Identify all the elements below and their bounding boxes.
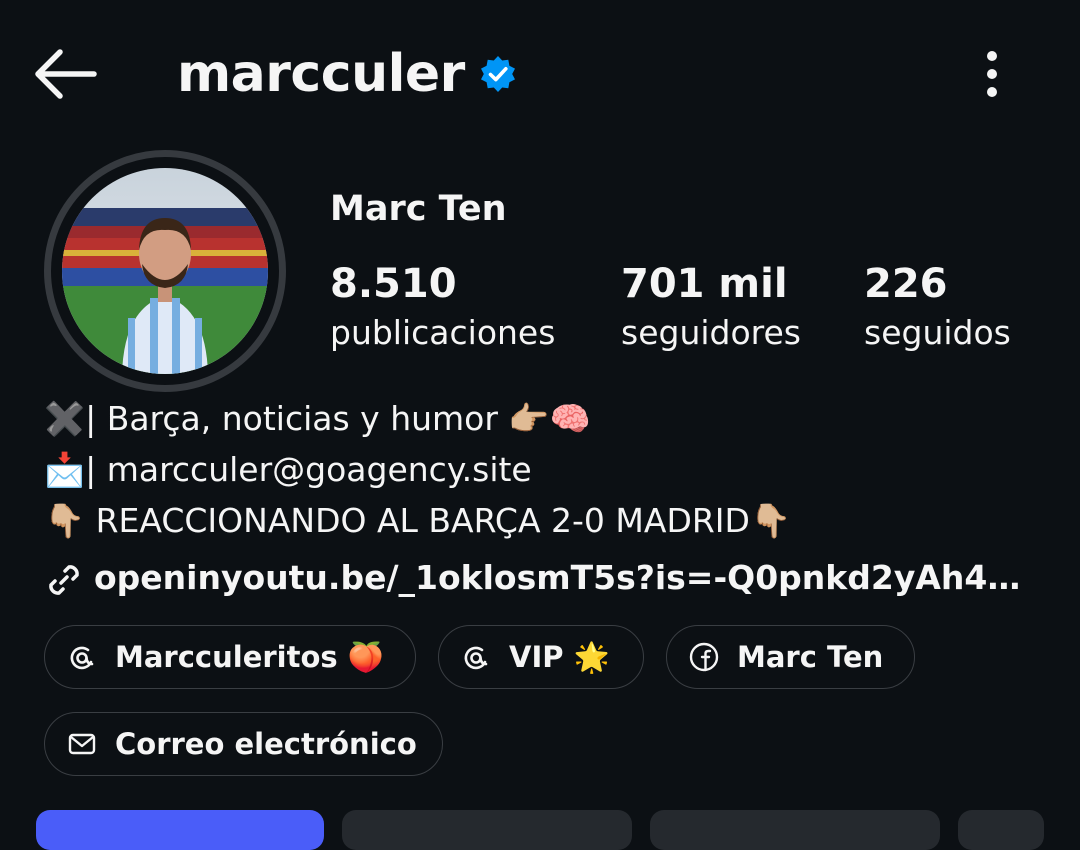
chip-marcculeritos[interactable]: Marcculeritos 🍑 <box>44 625 416 689</box>
follow-button[interactable] <box>36 810 324 850</box>
followers-stat[interactable]: 701 mil seguidores <box>621 258 801 356</box>
chip-vip[interactable]: VIP 🌟 <box>438 625 644 689</box>
following-count: 226 <box>864 261 948 307</box>
followers-label: seguidores <box>621 313 802 352</box>
back-button[interactable] <box>30 46 100 102</box>
mail-icon <box>68 733 96 755</box>
chip-email[interactable]: Correo electrónico <box>44 712 443 776</box>
posts-stat[interactable]: 8.510 publicaciones <box>330 258 555 356</box>
threads-icon <box>70 646 94 670</box>
chip-label: Correo electrónico <box>115 727 417 761</box>
arrow-left-icon <box>35 49 97 99</box>
profile-photo <box>62 168 268 374</box>
suggested-users-button[interactable] <box>958 810 1044 850</box>
chip-facebook[interactable]: Marc Ten <box>666 625 915 689</box>
posts-label: publicaciones <box>330 313 556 352</box>
bio-link[interactable]: openinyoutu.be/_1oklosmT5s?is=-Q0pnkd2yA… <box>44 552 1020 604</box>
avatar[interactable] <box>62 168 268 374</box>
display-name: Marc Ten <box>330 189 507 229</box>
more-options-button[interactable] <box>972 46 1012 102</box>
following-label: seguidos <box>864 313 1011 352</box>
username-title: marcculer <box>177 44 465 104</box>
chip-label: Marc Ten <box>737 640 884 674</box>
link-icon <box>49 564 79 595</box>
facebook-icon <box>689 642 719 672</box>
following-stat[interactable]: 226 seguidos <box>864 258 1011 356</box>
bio-line: ✖️| Barça, noticias y humor 👉🏼🧠 <box>44 399 591 438</box>
verified-badge-icon <box>481 56 515 92</box>
bio: ✖️| Barça, noticias y humor 👉🏼🧠 📩| marcc… <box>44 393 1044 546</box>
bio-line: 👇🏼 REACCIONANDO AL BARÇA 2-0 MADRID👇🏼 <box>44 501 792 540</box>
followers-count: 701 mil <box>621 261 788 307</box>
message-button[interactable] <box>342 810 632 850</box>
bio-link-text: openinyoutu.be/_1oklosmT5s?is=-Q0pnkd2yA… <box>94 558 1021 597</box>
kebab-menu-icon <box>987 51 997 97</box>
bio-line: 📩| marcculer@goagency.site <box>44 450 532 489</box>
chip-label: VIP 🌟 <box>509 639 610 674</box>
threads-icon <box>464 646 488 670</box>
profile-header: marcculer <box>0 0 1080 150</box>
contact-button[interactable] <box>650 810 940 850</box>
chip-label: Marcculeritos 🍑 <box>115 639 384 674</box>
posts-count: 8.510 <box>330 261 457 307</box>
